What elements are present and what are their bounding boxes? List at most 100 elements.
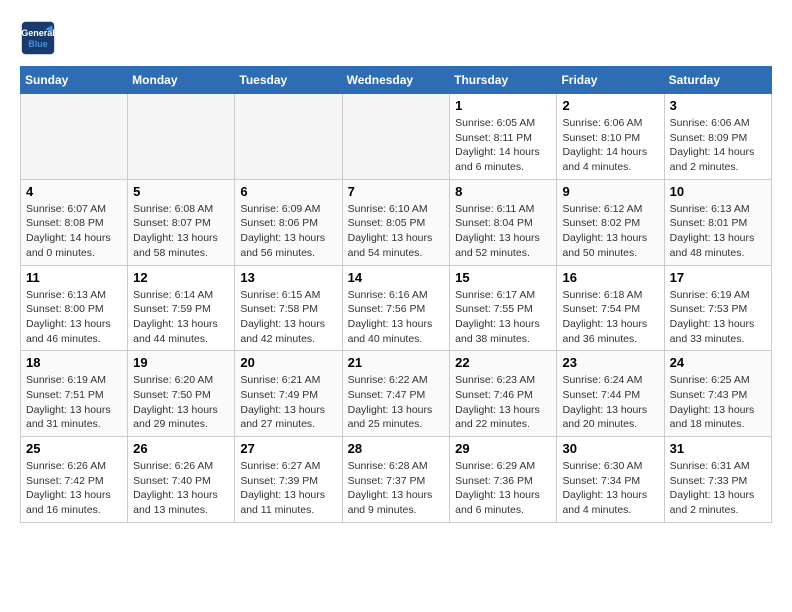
- calendar-cell: 16 Sunrise: 6:18 AMSunset: 7:54 PMDayligh…: [557, 265, 664, 351]
- calendar-cell: [21, 94, 128, 180]
- day-number: 5: [133, 184, 229, 199]
- day-number: 30: [562, 441, 658, 456]
- calendar-cell: [235, 94, 342, 180]
- day-info: Sunrise: 6:19 AMSunset: 7:53 PMDaylight:…: [670, 288, 766, 347]
- calendar-cell: 25Sunrise: 6:26 AMSunset: 7:42 PMDayligh…: [21, 437, 128, 523]
- day-info: Sunrise: 6:12 AMSunset: 8:02 PMDaylight:…: [562, 202, 658, 261]
- calendar-week-4: 18Sunrise: 6:19 AMSunset: 7:51 PMDayligh…: [21, 351, 772, 437]
- day-info: Sunrise: 6:07 AMSunset: 8:08 PMDaylight:…: [26, 202, 122, 261]
- day-number: 27: [240, 441, 336, 456]
- calendar-cell: 5 Sunrise: 6:08 AMSunset: 8:07 PMDaylight…: [128, 179, 235, 265]
- calendar-cell: 10 Sunrise: 6:13 AMSunset: 8:01 PMDayligh…: [664, 179, 771, 265]
- calendar-cell: 12 Sunrise: 6:14 AMSunset: 7:59 PMDayligh…: [128, 265, 235, 351]
- weekday-header-wednesday: Wednesday: [342, 67, 450, 94]
- day-info: Sunrise: 6:23 AMSunset: 7:46 PMDaylight:…: [455, 373, 551, 432]
- day-number: 9: [562, 184, 658, 199]
- calendar-cell: 4 Sunrise: 6:07 AMSunset: 8:08 PMDaylight…: [21, 179, 128, 265]
- day-number: 7: [348, 184, 445, 199]
- day-info: Sunrise: 6:15 AMSunset: 7:58 PMDaylight:…: [240, 288, 336, 347]
- calendar-cell: 21 Sunrise: 6:22 AMSunset: 7:47 PMDayligh…: [342, 351, 450, 437]
- svg-text:Blue: Blue: [28, 39, 48, 49]
- day-info: Sunrise: 6:11 AMSunset: 8:04 PMDaylight:…: [455, 202, 551, 261]
- calendar-cell: 30 Sunrise: 6:30 AMSunset: 7:34 PMDayligh…: [557, 437, 664, 523]
- calendar-cell: 17Sunrise: 6:19 AMSunset: 7:53 PMDayligh…: [664, 265, 771, 351]
- calendar-week-3: 11 Sunrise: 6:13 AMSunset: 8:00 PMDayligh…: [21, 265, 772, 351]
- calendar-cell: 29 Sunrise: 6:29 AMSunset: 7:36 PMDayligh…: [450, 437, 557, 523]
- weekday-header-tuesday: Tuesday: [235, 67, 342, 94]
- calendar-cell: 2 Sunrise: 6:06 AMSunset: 8:10 PMDaylight…: [557, 94, 664, 180]
- weekday-header-sunday: Sunday: [21, 67, 128, 94]
- calendar-cell: 14Sunrise: 6:16 AMSunset: 7:56 PMDayligh…: [342, 265, 450, 351]
- day-info: Sunrise: 6:06 AMSunset: 8:09 PMDaylight:…: [670, 116, 766, 175]
- day-info: Sunrise: 6:17 AMSunset: 7:55 PMDaylight:…: [455, 288, 551, 347]
- day-info: Sunrise: 6:28 AMSunset: 7:37 PMDaylight:…: [348, 459, 445, 518]
- calendar-cell: 13 Sunrise: 6:15 AMSunset: 7:58 PMDayligh…: [235, 265, 342, 351]
- calendar-cell: 9 Sunrise: 6:12 AMSunset: 8:02 PMDaylight…: [557, 179, 664, 265]
- day-number: 11: [26, 270, 122, 285]
- day-info: Sunrise: 6:29 AMSunset: 7:36 PMDaylight:…: [455, 459, 551, 518]
- calendar-cell: 28 Sunrise: 6:28 AMSunset: 7:37 PMDayligh…: [342, 437, 450, 523]
- day-number: 2: [562, 98, 658, 113]
- calendar-cell: 3 Sunrise: 6:06 AMSunset: 8:09 PMDaylight…: [664, 94, 771, 180]
- calendar-cell: 8Sunrise: 6:11 AMSunset: 8:04 PMDaylight…: [450, 179, 557, 265]
- calendar-cell: 15 Sunrise: 6:17 AMSunset: 7:55 PMDayligh…: [450, 265, 557, 351]
- day-info: Sunrise: 6:18 AMSunset: 7:54 PMDaylight:…: [562, 288, 658, 347]
- day-number: 24: [670, 355, 766, 370]
- day-info: Sunrise: 6:10 AMSunset: 8:05 PMDaylight:…: [348, 202, 445, 261]
- weekday-header-saturday: Saturday: [664, 67, 771, 94]
- day-info: Sunrise: 6:05 AMSunset: 8:11 PMDaylight:…: [455, 116, 551, 175]
- day-number: 23: [562, 355, 658, 370]
- day-info: Sunrise: 6:20 AMSunset: 7:50 PMDaylight:…: [133, 373, 229, 432]
- day-number: 4: [26, 184, 122, 199]
- calendar-cell: 31Sunrise: 6:31 AMSunset: 7:33 PMDayligh…: [664, 437, 771, 523]
- day-number: 31: [670, 441, 766, 456]
- calendar-week-1: 1 Sunrise: 6:05 AMSunset: 8:11 PMDaylight…: [21, 94, 772, 180]
- weekday-header-friday: Friday: [557, 67, 664, 94]
- day-info: Sunrise: 6:14 AMSunset: 7:59 PMDaylight:…: [133, 288, 229, 347]
- day-number: 12: [133, 270, 229, 285]
- day-info: Sunrise: 6:13 AMSunset: 8:00 PMDaylight:…: [26, 288, 122, 347]
- calendar-cell: 20 Sunrise: 6:21 AMSunset: 7:49 PMDayligh…: [235, 351, 342, 437]
- day-number: 18: [26, 355, 122, 370]
- calendar-cell: 7 Sunrise: 6:10 AMSunset: 8:05 PMDaylight…: [342, 179, 450, 265]
- day-info: Sunrise: 6:06 AMSunset: 8:10 PMDaylight:…: [562, 116, 658, 175]
- day-info: Sunrise: 6:26 AMSunset: 7:40 PMDaylight:…: [133, 459, 229, 518]
- calendar-cell: 27 Sunrise: 6:27 AMSunset: 7:39 PMDayligh…: [235, 437, 342, 523]
- day-info: Sunrise: 6:27 AMSunset: 7:39 PMDaylight:…: [240, 459, 336, 518]
- day-number: 10: [670, 184, 766, 199]
- day-info: Sunrise: 6:16 AMSunset: 7:56 PMDaylight:…: [348, 288, 445, 347]
- day-info: Sunrise: 6:21 AMSunset: 7:49 PMDaylight:…: [240, 373, 336, 432]
- day-number: 22: [455, 355, 551, 370]
- day-number: 13: [240, 270, 336, 285]
- weekday-header-monday: Monday: [128, 67, 235, 94]
- calendar-cell: 24Sunrise: 6:25 AMSunset: 7:43 PMDayligh…: [664, 351, 771, 437]
- calendar-table: SundayMondayTuesdayWednesdayThursdayFrid…: [20, 66, 772, 523]
- day-info: Sunrise: 6:24 AMSunset: 7:44 PMDaylight:…: [562, 373, 658, 432]
- calendar-cell: [128, 94, 235, 180]
- day-number: 15: [455, 270, 551, 285]
- day-info: Sunrise: 6:22 AMSunset: 7:47 PMDaylight:…: [348, 373, 445, 432]
- calendar-cell: 19Sunrise: 6:20 AMSunset: 7:50 PMDayligh…: [128, 351, 235, 437]
- calendar-header-row: SundayMondayTuesdayWednesdayThursdayFrid…: [21, 67, 772, 94]
- day-number: 26: [133, 441, 229, 456]
- day-info: Sunrise: 6:30 AMSunset: 7:34 PMDaylight:…: [562, 459, 658, 518]
- day-info: Sunrise: 6:09 AMSunset: 8:06 PMDaylight:…: [240, 202, 336, 261]
- day-info: Sunrise: 6:08 AMSunset: 8:07 PMDaylight:…: [133, 202, 229, 261]
- calendar-cell: 22 Sunrise: 6:23 AMSunset: 7:46 PMDayligh…: [450, 351, 557, 437]
- calendar-cell: 1 Sunrise: 6:05 AMSunset: 8:11 PMDaylight…: [450, 94, 557, 180]
- logo-icon: General Blue: [20, 20, 56, 56]
- calendar-cell: 23 Sunrise: 6:24 AMSunset: 7:44 PMDayligh…: [557, 351, 664, 437]
- day-number: 21: [348, 355, 445, 370]
- day-number: 3: [670, 98, 766, 113]
- day-number: 1: [455, 98, 551, 113]
- day-number: 20: [240, 355, 336, 370]
- calendar-week-5: 25Sunrise: 6:26 AMSunset: 7:42 PMDayligh…: [21, 437, 772, 523]
- day-info: Sunrise: 6:13 AMSunset: 8:01 PMDaylight:…: [670, 202, 766, 261]
- day-number: 28: [348, 441, 445, 456]
- weekday-header-thursday: Thursday: [450, 67, 557, 94]
- day-number: 29: [455, 441, 551, 456]
- day-number: 6: [240, 184, 336, 199]
- day-info: Sunrise: 6:26 AMSunset: 7:42 PMDaylight:…: [26, 459, 122, 518]
- page-header: General Blue: [20, 20, 772, 56]
- day-number: 16: [562, 270, 658, 285]
